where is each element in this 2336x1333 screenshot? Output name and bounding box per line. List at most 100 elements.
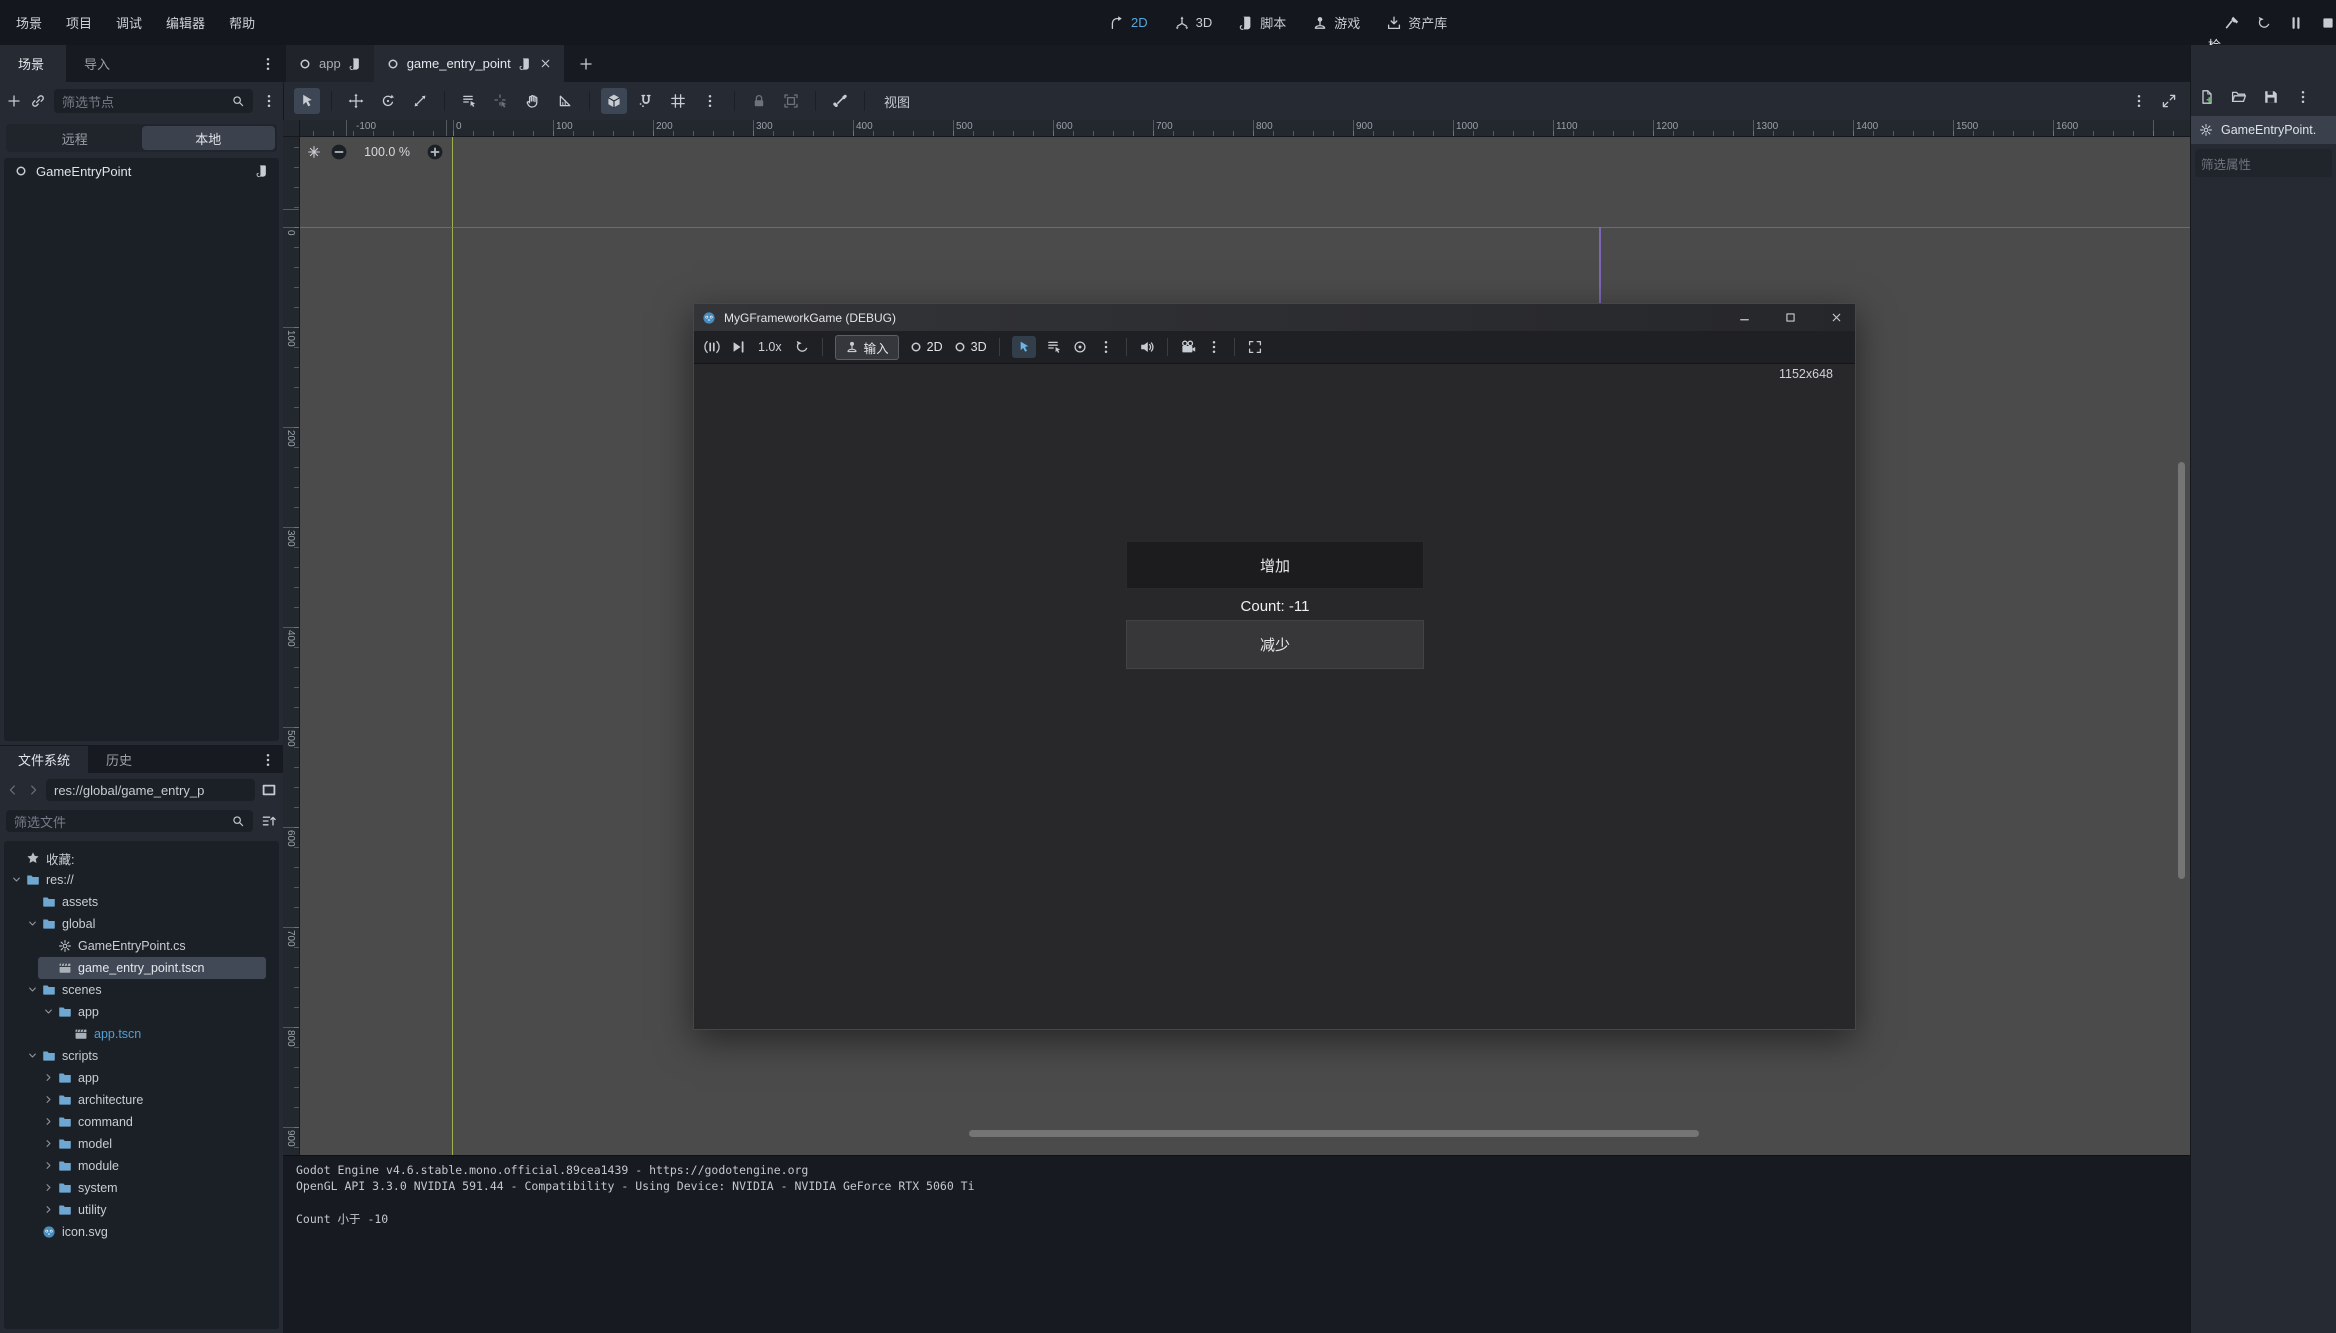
smart-snap-button[interactable]: [601, 88, 627, 114]
tab-import-dock[interactable]: 导入: [66, 45, 128, 82]
file-tree-item[interactable]: app: [4, 1067, 279, 1089]
pause-icon[interactable]: [2288, 15, 2304, 31]
menu-help[interactable]: 帮助: [217, 0, 267, 45]
pan-mode-button[interactable]: [520, 88, 546, 114]
select-mode-button[interactable]: [294, 88, 320, 114]
path-field[interactable]: res://global/game_entry_p: [46, 779, 255, 801]
script-icon[interactable]: [348, 57, 362, 71]
click-select-button[interactable]: [488, 88, 514, 114]
camera-3d-toggle[interactable]: 3D: [953, 340, 987, 354]
suspend-icon[interactable]: [704, 339, 720, 355]
scale-mode-button[interactable]: [407, 88, 433, 114]
stop-icon[interactable]: [2320, 15, 2336, 31]
file-tree-item[interactable]: model: [4, 1133, 279, 1155]
chevron-down-icon[interactable]: [26, 983, 39, 996]
file-tree-item[interactable]: app.tscn: [4, 1023, 279, 1045]
audio-mute-icon[interactable]: [1139, 339, 1155, 355]
maximize-icon[interactable]: [1784, 311, 1797, 324]
camera-2d-toggle[interactable]: 2D: [909, 340, 943, 354]
decrease-button[interactable]: 减少: [1126, 620, 1424, 669]
grid-snap-magnet-button[interactable]: [633, 88, 659, 114]
rotate-mode-button[interactable]: [375, 88, 401, 114]
file-tree-item[interactable]: 收藏:: [4, 847, 279, 869]
nav-back-icon[interactable]: [6, 783, 20, 797]
file-tree-item[interactable]: utility: [4, 1199, 279, 1221]
chevron-right-icon[interactable]: [42, 1159, 55, 1172]
restart-icon[interactable]: [2256, 15, 2272, 31]
toolbar-overflow-menu-icon[interactable]: [2131, 93, 2147, 109]
filter-files-input[interactable]: 筛选文件: [6, 810, 253, 832]
split-mode-icon[interactable]: [261, 782, 277, 798]
local-tab[interactable]: 本地: [142, 126, 276, 150]
camera-override-icon[interactable]: [1072, 339, 1088, 355]
movie-camera-icon[interactable]: [1180, 339, 1196, 355]
scene-tab-game-entry-point[interactable]: game_entry_point: [374, 45, 564, 82]
file-tree-item[interactable]: app: [4, 1001, 279, 1023]
lock-node-button[interactable]: [746, 88, 772, 114]
input-mode-toggle[interactable]: 输入: [835, 335, 899, 360]
file-tree-item[interactable]: architecture: [4, 1089, 279, 1111]
speed-selector[interactable]: 1.0x: [756, 340, 784, 354]
file-tree-item[interactable]: icon.svg: [4, 1221, 279, 1243]
edited-script-row[interactable]: GameEntryPoint.: [2191, 116, 2336, 144]
scene-tree-menu-icon[interactable]: [261, 93, 277, 109]
menu-project[interactable]: 项目: [54, 0, 104, 45]
file-tree-item[interactable]: command: [4, 1111, 279, 1133]
sort-files-icon[interactable]: [261, 813, 277, 829]
scene-tab-app[interactable]: app: [286, 45, 374, 82]
chevron-down-icon[interactable]: [10, 873, 23, 886]
skeleton-options-button[interactable]: [827, 88, 853, 114]
file-tree-item[interactable]: res://: [4, 869, 279, 891]
close-icon[interactable]: [1830, 311, 1843, 324]
expand-viewport-icon[interactable]: [2161, 93, 2177, 109]
menu-debug[interactable]: 调试: [104, 0, 154, 45]
close-icon[interactable]: [539, 57, 552, 70]
remote-tab[interactable]: 远程: [8, 126, 142, 150]
save-resource-icon[interactable]: [2263, 89, 2279, 105]
view-menu-button[interactable]: 视图: [876, 92, 918, 111]
new-scene-tab-button[interactable]: [578, 56, 594, 72]
zoom-level[interactable]: 100.0 %: [356, 145, 418, 159]
menu-scene[interactable]: 场景: [4, 0, 54, 45]
nav-forward-icon[interactable]: [26, 783, 40, 797]
workspace-3d-button[interactable]: 3D: [1174, 15, 1213, 31]
tab-scene-dock[interactable]: 场景: [0, 45, 66, 82]
list-select-icon[interactable]: [1046, 339, 1062, 355]
menu-editor[interactable]: 编辑器: [154, 0, 217, 45]
file-tree-item[interactable]: game_entry_point.tscn: [4, 957, 279, 979]
chevron-right-icon[interactable]: [42, 1115, 55, 1128]
chevron-down-icon[interactable]: [26, 917, 39, 930]
workspace-assetlib-button[interactable]: 资产库: [1386, 13, 1447, 32]
workspace-2d-button[interactable]: 2D: [1109, 15, 1148, 31]
file-tree-item[interactable]: assets: [4, 891, 279, 913]
increase-button[interactable]: 增加: [1126, 541, 1424, 589]
chevron-right-icon[interactable]: [42, 1093, 55, 1106]
grid-snap-button[interactable]: [665, 88, 691, 114]
script-icon[interactable]: [255, 164, 269, 178]
game-select-mode-button[interactable]: [1012, 336, 1036, 358]
zoom-out-button[interactable]: [330, 143, 348, 161]
tab-history[interactable]: 历史: [88, 746, 150, 773]
chevron-down-icon[interactable]: [26, 1049, 39, 1062]
center-view-icon[interactable]: [306, 144, 322, 160]
vertical-scrollbar[interactable]: [2178, 462, 2185, 879]
embed-fullscreen-icon[interactable]: [1247, 339, 1263, 355]
list-select-button[interactable]: [456, 88, 482, 114]
file-tree-item[interactable]: scripts: [4, 1045, 279, 1067]
file-tree-item[interactable]: scenes: [4, 979, 279, 1001]
workspace-script-button[interactable]: 脚本: [1238, 13, 1286, 32]
chevron-right-icon[interactable]: [42, 1203, 55, 1216]
reset-speed-icon[interactable]: [794, 339, 810, 355]
add-node-button[interactable]: [6, 93, 22, 109]
chevron-right-icon[interactable]: [42, 1071, 55, 1084]
file-tree-item[interactable]: global: [4, 913, 279, 935]
snap-options-menu[interactable]: [697, 88, 723, 114]
file-tree-item[interactable]: module: [4, 1155, 279, 1177]
scene-tree-root-row[interactable]: GameEntryPoint: [4, 158, 279, 184]
chevron-right-icon[interactable]: [42, 1181, 55, 1194]
filesystem-menu-icon[interactable]: [260, 752, 276, 768]
file-tree-item[interactable]: system: [4, 1177, 279, 1199]
scene-dock-menu-icon[interactable]: [260, 56, 276, 72]
instance-scene-icon[interactable]: [30, 93, 46, 109]
filter-properties-input[interactable]: 筛选属性: [2195, 149, 2332, 177]
